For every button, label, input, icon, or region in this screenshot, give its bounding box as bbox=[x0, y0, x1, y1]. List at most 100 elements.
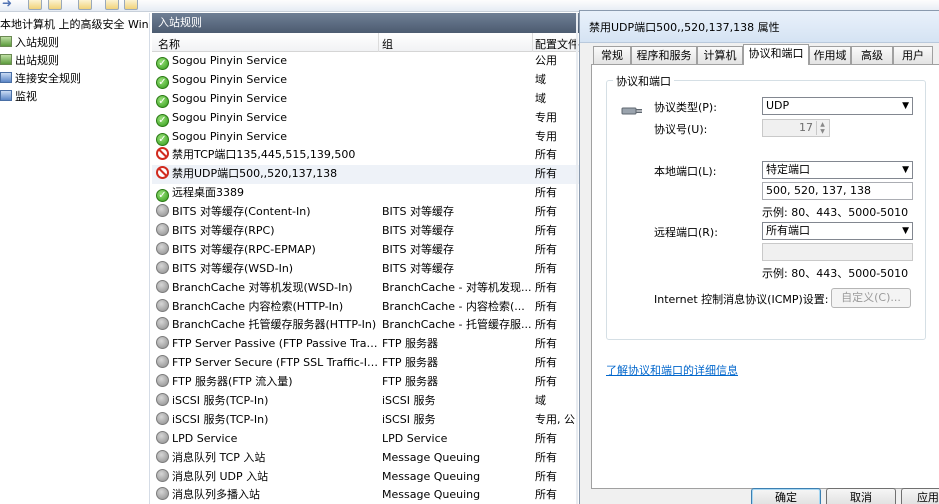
table-row[interactable]: Sogou Pinyin Service 公用 bbox=[152, 52, 582, 71]
tab-advanced[interactable]: 高级 bbox=[851, 46, 893, 64]
remote-port-select[interactable]: 所有端口 ▼ bbox=[762, 222, 913, 240]
protocol-type-select[interactable]: UDP ▼ bbox=[762, 97, 913, 115]
table-row[interactable]: Sogou Pinyin Service 专用 bbox=[152, 128, 582, 147]
table-row[interactable]: 禁用UDP端口500,,520,137,138 所有 bbox=[152, 165, 582, 185]
table-row[interactable]: Sogou Pinyin Service 域 bbox=[152, 71, 582, 90]
properties-icon[interactable] bbox=[48, 0, 62, 10]
local-port-select[interactable]: 特定端口 ▼ bbox=[762, 161, 913, 179]
column-separator[interactable] bbox=[378, 33, 379, 52]
local-port-value: 500, 520, 137, 138 bbox=[766, 184, 871, 197]
tab-programs-services[interactable]: 程序和服务 bbox=[631, 46, 697, 64]
rule-name: Sogou Pinyin Service bbox=[172, 54, 288, 67]
table-row[interactable]: LPD Service LPD Service 所有 bbox=[152, 430, 582, 449]
table-row[interactable]: BITS 对等缓存(Content-In) BITS 对等缓存 所有 bbox=[152, 203, 582, 222]
rule-name-cell: 消息队列 TCP 入站 bbox=[156, 449, 378, 468]
tree-item-label: 连接安全规则 bbox=[15, 72, 81, 85]
rule-name-cell: BITS 对等缓存(RPC-EPMAP) bbox=[156, 241, 378, 260]
rule-group-cell: Message Queuing bbox=[382, 469, 481, 483]
customize-button[interactable]: 自定义(C)... bbox=[831, 288, 911, 308]
tab-protocols-ports[interactable]: 协议和端口 bbox=[743, 44, 809, 65]
tree-item-monitoring[interactable]: 监视 bbox=[0, 88, 149, 106]
protocol-type-label: 协议类型(P): bbox=[654, 101, 717, 114]
table-row[interactable]: 远程桌面3389 所有 bbox=[152, 184, 582, 203]
tree-item-connection-security[interactable]: 连接安全规则 bbox=[0, 70, 149, 88]
rule-profile-cell: 专用 bbox=[535, 110, 557, 124]
protocol-number-field[interactable]: 17 ▲ ▼ bbox=[762, 119, 830, 137]
pane-splitter[interactable] bbox=[576, 13, 578, 504]
table-row[interactable]: 禁用TCP端口135,445,515,139,500 所有 bbox=[152, 146, 582, 165]
remote-port-input[interactable] bbox=[762, 243, 913, 261]
table-row[interactable]: 消息队列 TCP 入站 Message Queuing 所有 bbox=[152, 449, 582, 468]
rule-name-cell: 禁用TCP端口135,445,515,139,500 bbox=[156, 146, 378, 165]
disabled-rule-icon bbox=[156, 260, 169, 274]
pane-title: 入站规则 bbox=[152, 13, 582, 33]
rule-name: Sogou Pinyin Service bbox=[172, 91, 288, 105]
table-row[interactable]: BITS 对等缓存(RPC-EPMAP) BITS 对等缓存 所有 bbox=[152, 241, 582, 260]
table-row[interactable]: FTP Server Passive (FTP Passive Traffi..… bbox=[152, 335, 582, 354]
ok-button[interactable]: 确定 bbox=[751, 488, 821, 504]
protocol-number-value: 17 bbox=[799, 121, 813, 134]
rule-name: BranchCache 托管缓存服务器(HTTP-In) bbox=[172, 318, 377, 332]
disabled-rule-icon bbox=[156, 241, 169, 255]
tab-panel: 协议和端口 协议类型(P): UDP ▼ 协议号(U): 17 ▲ ▼ 本地端口(… bbox=[591, 64, 939, 489]
tree-item-label: 监视 bbox=[15, 90, 37, 103]
rule-profile-cell: 所有 bbox=[535, 224, 557, 238]
rule-name: Sogou Pinyin Service bbox=[172, 110, 288, 124]
column-header: 名称 组 配置文件 bbox=[152, 33, 582, 52]
rule-name: Sogou Pinyin Service bbox=[172, 72, 288, 86]
rule-profile-cell: 域 bbox=[535, 72, 546, 86]
table-row[interactable]: 消息队列多播入站 Message Queuing 所有 bbox=[152, 486, 582, 504]
tab-computers[interactable]: 计算机 bbox=[697, 46, 743, 64]
tree-item-outbound-rules[interactable]: 出站规则 bbox=[0, 52, 149, 70]
rule-group-cell: iSCSI 服务 bbox=[382, 394, 436, 408]
table-row[interactable]: FTP Server Secure (FTP SSL Traffic-In) FT… bbox=[152, 354, 582, 373]
forward-arrow-icon[interactable]: ➜ bbox=[2, 0, 12, 9]
help-icon[interactable] bbox=[105, 0, 119, 10]
rule-profile-cell: 所有 bbox=[535, 450, 557, 464]
column-profile-header[interactable]: 配置文件 bbox=[535, 36, 579, 52]
export-icon[interactable] bbox=[78, 0, 92, 10]
rule-profile-cell: 所有 bbox=[535, 375, 557, 389]
tab-general[interactable]: 常规 bbox=[593, 46, 631, 64]
table-row[interactable]: BITS 对等缓存(RPC) BITS 对等缓存 所有 bbox=[152, 222, 582, 241]
table-row[interactable]: Sogou Pinyin Service 专用 bbox=[152, 109, 582, 128]
table-row[interactable]: BITS 对等缓存(WSD-In) BITS 对等缓存 所有 bbox=[152, 260, 582, 279]
rule-name: 消息队列 TCP 入站 bbox=[172, 450, 266, 464]
table-row[interactable]: 消息队列 UDP 入站 Message Queuing 所有 bbox=[152, 468, 582, 487]
table-row[interactable]: BranchCache 对等机发现(WSD-In) BranchCache - 对… bbox=[152, 279, 582, 298]
column-separator[interactable] bbox=[532, 33, 533, 52]
column-group-header[interactable]: 组 bbox=[382, 36, 393, 52]
icmp-settings-label: Internet 控制消息协议(ICMP)设置: bbox=[654, 293, 829, 306]
spinner-icon[interactable]: ▲ ▼ bbox=[816, 121, 828, 135]
tree-root[interactable]: 本地计算机 上的高级安全 Windows 防火墙 bbox=[0, 16, 149, 34]
rule-name: BranchCache 对等机发现(WSD-In) bbox=[172, 280, 353, 294]
table-row[interactable]: iSCSI 服务(TCP-In) iSCSI 服务 域 bbox=[152, 392, 582, 411]
folder-icon[interactable] bbox=[28, 0, 42, 10]
cancel-button[interactable]: 取消 bbox=[826, 488, 896, 504]
table-row[interactable]: FTP 服务器(FTP 流入量) FTP 服务器 所有 bbox=[152, 373, 582, 392]
rule-name: 消息队列多播入站 bbox=[172, 488, 260, 502]
view-icon[interactable] bbox=[124, 0, 138, 10]
apply-button[interactable]: 应用(A) bbox=[901, 488, 939, 504]
network-plug-icon bbox=[621, 107, 642, 115]
table-row[interactable]: iSCSI 服务(TCP-In) iSCSI 服务 专用, 公 bbox=[152, 411, 582, 430]
rule-name: FTP 服务器(FTP 流入量) bbox=[172, 375, 293, 389]
tab-scope[interactable]: 作用域 bbox=[809, 46, 851, 64]
rule-name: BITS 对等缓存(RPC-EPMAP) bbox=[172, 242, 316, 256]
disabled-rule-icon bbox=[156, 298, 169, 312]
remote-port-mode: 所有端口 bbox=[766, 224, 810, 237]
column-name-header[interactable]: 名称 bbox=[158, 36, 180, 52]
rule-name: BITS 对等缓存(Content-In) bbox=[172, 205, 311, 219]
table-row[interactable]: BranchCache 内容检索(HTTP-In) BranchCache - 内… bbox=[152, 298, 582, 317]
rule-name: 禁用UDP端口500,,520,137,138 bbox=[172, 167, 338, 181]
disabled-rule-icon bbox=[156, 393, 169, 407]
rule-name-cell: 禁用UDP端口500,,520,137,138 bbox=[156, 165, 378, 184]
table-row[interactable]: BranchCache 托管缓存服务器(HTTP-In) BranchCache … bbox=[152, 316, 582, 335]
rule-profile-cell: 所有 bbox=[535, 337, 557, 351]
tree-item-inbound-rules[interactable]: 入站规则 bbox=[0, 34, 149, 52]
table-row[interactable]: Sogou Pinyin Service 域 bbox=[152, 90, 582, 109]
tab-users[interactable]: 用户 bbox=[893, 46, 933, 64]
learn-more-link[interactable]: 了解协议和端口的详细信息 bbox=[606, 362, 738, 378]
rule-name-cell: Sogou Pinyin Service bbox=[156, 52, 378, 71]
local-port-input[interactable]: 500, 520, 137, 138 bbox=[762, 182, 913, 200]
